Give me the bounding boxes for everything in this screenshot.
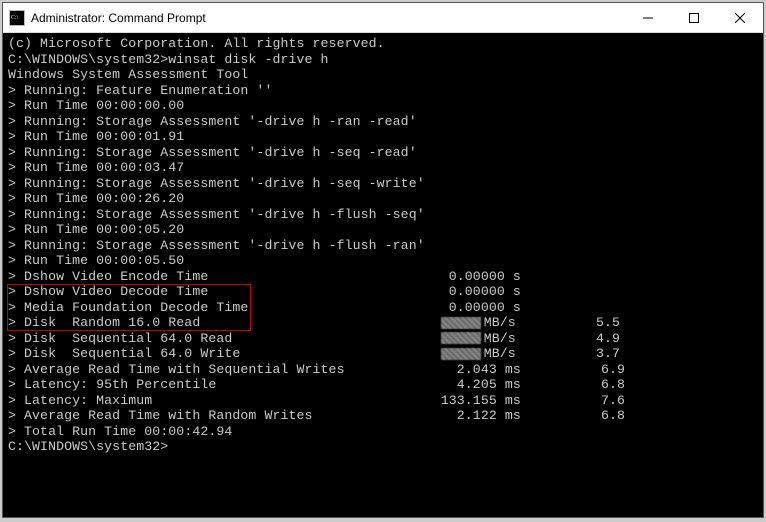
window-title: Administrator: Command Prompt	[31, 11, 206, 25]
redacted-value	[441, 348, 481, 360]
prompt-line: C:\WINDOWS\system32>	[8, 439, 758, 455]
titlebar[interactable]: C:\ Administrator: Command Prompt	[3, 3, 763, 33]
terminal-output[interactable]: (c) Microsoft Corporation. All rights re…	[3, 33, 763, 517]
result-line: > Media Foundation Decode Time 0.00000 s	[8, 300, 758, 316]
running-line: > Running: Feature Enumeration ''	[8, 83, 758, 99]
running-line: > Running: Storage Assessment '-drive h …	[8, 145, 758, 161]
running-line: > Run Time 00:00:03.47	[8, 160, 758, 176]
cmd-icon: C:\	[9, 10, 25, 26]
result-line: > Dshow Video Decode Time 0.00000 s	[8, 284, 758, 300]
running-line: > Run Time 00:00:05.20	[8, 222, 758, 238]
command-prompt-window: C:\ Administrator: Command Prompt (c) Mi…	[2, 2, 764, 518]
running-line: > Running: Storage Assessment '-drive h …	[8, 238, 758, 254]
result-line: > Disk Random 16.0 Read MB/s 5.5	[8, 315, 758, 331]
result-line: > Latency: 95th Percentile 4.205 ms 6.8	[8, 377, 758, 393]
command-line: C:\WINDOWS\system32>winsat disk -drive h	[8, 52, 758, 68]
running-line: > Running: Storage Assessment '-drive h …	[8, 176, 758, 192]
running-line: > Running: Storage Assessment '-drive h …	[8, 207, 758, 223]
running-line: > Running: Storage Assessment '-drive h …	[8, 114, 758, 130]
result-line: > Dshow Video Encode Time 0.00000 s	[8, 269, 758, 285]
result-line: > Average Read Time with Random Writes 2…	[8, 408, 758, 424]
result-line: > Average Read Time with Sequential Writ…	[8, 362, 758, 378]
running-line: > Run Time 00:00:05.50	[8, 253, 758, 269]
running-line: > Run Time 00:00:01.91	[8, 129, 758, 145]
total-runtime-line: > Total Run Time 00:00:42.94	[8, 424, 758, 440]
redacted-value	[441, 332, 481, 344]
result-line: > Disk Sequential 64.0 Read MB/s 4.9	[8, 331, 758, 347]
svg-text:C:\: C:\	[11, 15, 19, 21]
running-line: > Run Time 00:00:26.20	[8, 191, 758, 207]
maximize-button[interactable]	[671, 3, 717, 33]
copyright-line: (c) Microsoft Corporation. All rights re…	[8, 36, 758, 52]
minimize-button[interactable]	[625, 3, 671, 33]
result-line: > Disk Sequential 64.0 Write MB/s 3.7	[8, 346, 758, 362]
close-button[interactable]	[717, 3, 763, 33]
result-line: > Latency: Maximum 133.155 ms 7.6	[8, 393, 758, 409]
tool-header: Windows System Assessment Tool	[8, 67, 758, 83]
running-line: > Run Time 00:00:00.00	[8, 98, 758, 114]
redacted-value	[441, 317, 481, 329]
